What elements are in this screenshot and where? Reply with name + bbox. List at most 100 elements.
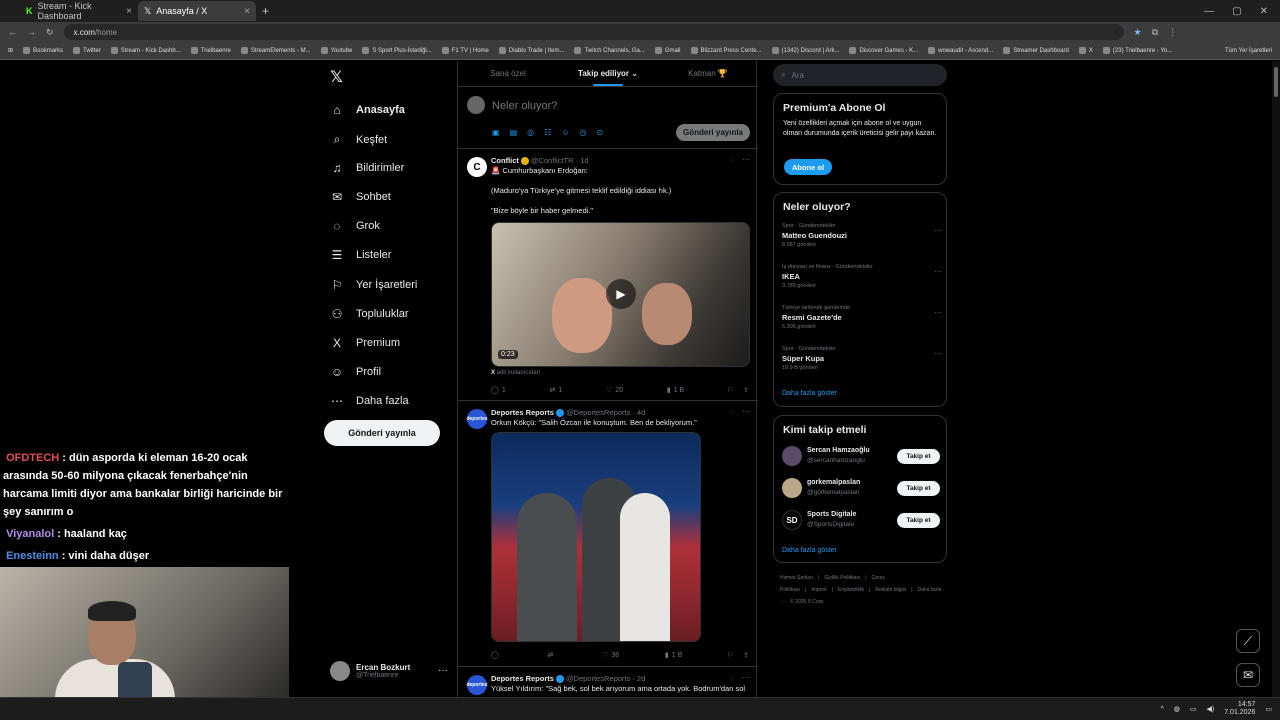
nav-item-9[interactable]: ☺ Profil (330, 365, 381, 379)
bookmark-star-icon[interactable]: ★ (1134, 27, 1142, 38)
repost-button[interactable]: ⇄ 1 (550, 386, 563, 395)
tab-katman[interactable]: Katman 🏆 (658, 61, 758, 86)
page-scrollbar[interactable] (1272, 61, 1280, 697)
browser-tab-x[interactable]: 𝕏 Anasayfa / X × (138, 1, 256, 21)
emoji-icon[interactable]: ☺ (561, 128, 569, 137)
nav-item-5[interactable]: ☰ Listeler (330, 248, 392, 262)
bookmark-item[interactable]: Blizzard Press Cente... (690, 47, 762, 54)
views-button[interactable]: ▮ 1 B (665, 651, 682, 660)
menu-icon[interactable]: ⋮ (1168, 27, 1177, 38)
messages-fab-icon[interactable]: ✉ (1236, 663, 1260, 687)
bookmark-icon[interactable]: ⚐ (728, 651, 733, 659)
grok-icon[interactable]: ◎ (527, 128, 534, 137)
video-source[interactable]: X adlı kullanıcıdan (491, 370, 540, 376)
play-icon[interactable]: ▶ (606, 279, 636, 309)
subscribe-button[interactable]: Abone ol (784, 159, 832, 175)
views-button[interactable]: ▮ 1 B (667, 386, 684, 395)
follow-button[interactable]: Takip et (897, 448, 940, 464)
bookmark-icon[interactable]: ⚐ (728, 386, 733, 394)
compose-input[interactable]: Neler oluyor? (492, 100, 557, 112)
compose-post-button[interactable]: Gönderi yayınla (676, 124, 750, 141)
trend-item[interactable]: Türkiye tarihinde gündemde Resmi Gazete'd… (782, 305, 942, 330)
minimize-icon[interactable]: — (1204, 6, 1214, 17)
tab-following[interactable]: Takip ediliyor ⌄ (558, 61, 658, 86)
x-logo-icon[interactable]: 𝕏 (330, 67, 343, 87)
post-button[interactable]: Gönderi yayınla (324, 420, 440, 446)
share-icon[interactable]: ⇪ (743, 386, 749, 394)
bookmark-item[interactable]: Trielbaenre (190, 47, 231, 54)
more-icon[interactable]: ··· (934, 308, 942, 317)
nav-item-2[interactable]: ♫ Bildirimler (330, 161, 405, 175)
footer-link[interactable]: Reklam bilgisi (875, 587, 906, 593)
all-bookmarks-link[interactable]: Tüm Yer İşaretleri (1225, 48, 1272, 54)
account-switcher[interactable]: Ercan Bozkurt @Trielbaenre (330, 661, 410, 681)
browser-tab-kick[interactable]: K Stream - Kick Dashboard × (20, 1, 138, 21)
repost-button[interactable]: ⇄ (548, 651, 557, 659)
microphone-tray-icon[interactable]: ◍ (1174, 705, 1180, 713)
search-input[interactable]: ⌕ Ara (773, 64, 947, 86)
bookmark-item[interactable]: StreamElements - M... (240, 47, 311, 54)
more-icon[interactable]: ··· (742, 673, 750, 682)
grok-fab-icon[interactable]: ⟋ (1236, 629, 1260, 653)
show-more-link[interactable]: Daha fazla göster (782, 390, 837, 397)
nav-item-8[interactable]: X Premium (330, 336, 400, 350)
tweet-video[interactable]: ▶ 0:23 (491, 222, 750, 367)
close-tab-icon[interactable]: × (244, 6, 250, 17)
follow-button[interactable]: Takip et (897, 512, 940, 528)
tab-for-you[interactable]: Sana özel (458, 61, 558, 86)
nav-item-1[interactable]: ⌕ Keşfet (330, 132, 388, 147)
tweet[interactable]: deportes Deportes Reports @DeportesReport… (458, 667, 758, 697)
trend-item[interactable]: Spor · Gündemdekiler Matteo Guendouzi 8.68… (782, 223, 942, 248)
bookmark-item[interactable]: Stream - Kick Dashb... (110, 47, 181, 54)
more-icon[interactable]: ··· (934, 349, 942, 358)
apps-grid-icon[interactable]: ⊞ (8, 47, 13, 54)
reply-button[interactable]: ◯ (491, 651, 502, 659)
show-more-link[interactable]: Daha fazla göster (782, 547, 837, 554)
bookmark-item[interactable]: Diablo Trade | Item... (498, 47, 564, 54)
volume-icon[interactable]: ◀) (1207, 705, 1215, 713)
grok-icon[interactable]: ◌ (729, 155, 734, 164)
bookmark-item[interactable]: Streamer Dashboard (1003, 47, 1069, 54)
tweet[interactable]: deportes Deportes Reports @DeportesReport… (458, 401, 758, 667)
grok-icon[interactable]: ◌ (729, 407, 734, 416)
more-icon[interactable]: ··· (934, 226, 942, 235)
close-window-icon[interactable]: ✕ (1260, 6, 1268, 17)
notifications-icon[interactable]: ▭ (1265, 705, 1272, 713)
bookmark-item[interactable]: Twitter (73, 47, 101, 54)
bookmark-item[interactable]: X (1078, 47, 1093, 54)
more-icon[interactable]: ··· (742, 407, 750, 416)
trend-item[interactable]: Spor · Gündemdekiler Süper Kupa 19,9 B gön… (782, 346, 942, 371)
suggested-user[interactable]: Sercan Hamzaoğlu @sercanhamzaoglu Takip e… (782, 446, 940, 466)
back-icon[interactable]: ← (8, 27, 17, 37)
bookmark-item[interactable]: Gmail (654, 47, 681, 54)
extensions-icon[interactable]: ⧉ (1152, 27, 1158, 38)
bookmark-item[interactable]: Twitch Channels, Ga... (574, 47, 645, 54)
new-tab-icon[interactable]: + (262, 4, 269, 18)
gif-icon[interactable]: ▤ (510, 128, 518, 137)
more-icon[interactable]: ··· (742, 155, 750, 164)
more-icon[interactable]: ··· (934, 267, 942, 276)
tweet-image[interactable] (491, 432, 701, 642)
close-tab-icon[interactable]: × (126, 6, 132, 17)
bookmark-item[interactable]: S Sport Plus-İstediği... (362, 47, 432, 54)
footer-link[interactable]: Erişilebilirlik (838, 587, 864, 593)
nav-item-4[interactable]: ◌ Grok (330, 219, 379, 233)
bookmark-item[interactable]: (1342) Discord | Ark... (771, 47, 839, 54)
nav-item-7[interactable]: ⚇ Topluluklar (330, 307, 409, 321)
footer-link[interactable]: Gizlilik Politikası (824, 575, 860, 581)
reply-button[interactable]: ◯ 1 (491, 386, 506, 395)
bookmark-item[interactable]: wowaudit - Ascend... (928, 47, 993, 54)
nav-item-0[interactable]: ⌂ Anasayfa (330, 103, 405, 117)
network-icon[interactable]: ▭ (1190, 705, 1197, 713)
footer-link[interactable]: © 2026 X Corp. (790, 599, 825, 605)
tweet[interactable]: C Conflict @ConflictTR · 1d ◌ ··· 🚨 Cumhu… (458, 149, 758, 401)
suggested-user[interactable]: SD Sports Digitale @SportsDigitale Takip … (782, 510, 940, 530)
bookmark-item[interactable]: (23) Trielbaenre - Yo... (1102, 47, 1172, 54)
account-more-icon[interactable]: ··· (438, 665, 448, 676)
chevron-up-icon[interactable]: ^ (1160, 706, 1163, 713)
follow-button[interactable]: Takip et (897, 480, 940, 496)
trend-item[interactable]: İş dünyası ve finans · Gündemdekiler IKEA… (782, 264, 942, 289)
bookmark-item[interactable]: Discover Games - K... (849, 47, 918, 54)
reload-icon[interactable]: ↻ (46, 27, 54, 38)
clock[interactable]: 14:57 7.01.2026 (1224, 701, 1255, 717)
